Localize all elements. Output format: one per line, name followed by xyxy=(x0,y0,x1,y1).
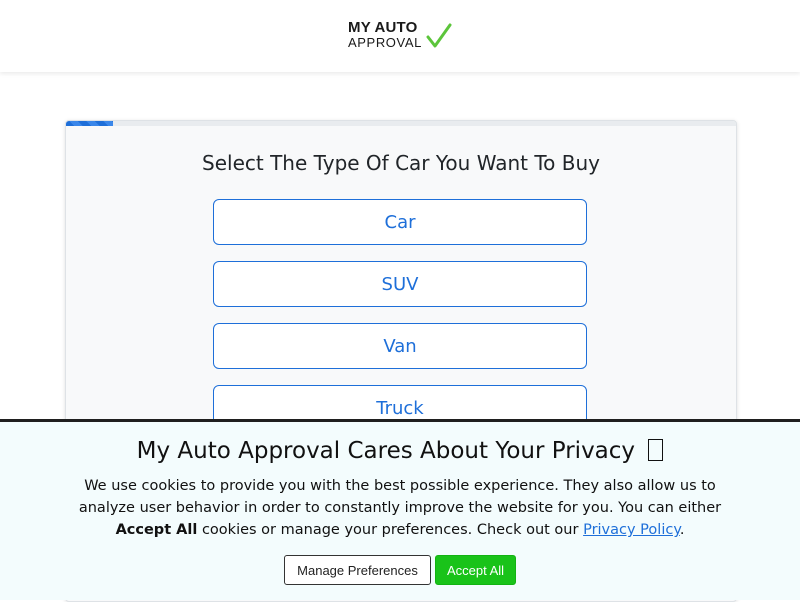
privacy-policy-link[interactable]: Privacy Policy xyxy=(583,522,680,538)
cookie-banner-title-text: My Auto Approval Cares About Your Privac… xyxy=(136,438,636,464)
accept-all-button[interactable]: Accept All xyxy=(435,555,516,585)
cookie-text-end: . xyxy=(679,522,685,538)
cookie-text-part1: We use cookies to provide you with the b… xyxy=(78,478,722,516)
option-suv-button[interactable]: SUV xyxy=(213,261,587,307)
progress-bar-fill xyxy=(66,121,113,126)
cookie-banner-text: We use cookies to provide you with the b… xyxy=(60,475,740,541)
manage-preferences-button[interactable]: Manage Preferences xyxy=(284,555,431,585)
cookie-text-part2: cookies or manage your preferences. Chec… xyxy=(197,522,584,538)
cookie-banner: My Auto Approval Cares About Your Privac… xyxy=(0,419,800,600)
progress-bar xyxy=(66,121,736,126)
checkmark-icon xyxy=(426,23,452,48)
cookie-text-bold: Accept All xyxy=(115,522,198,538)
site-header: MY AUTO APPROVAL xyxy=(0,0,800,72)
cookie-banner-title: My Auto Approval Cares About Your Privac… xyxy=(0,438,800,464)
option-car-button[interactable]: Car xyxy=(213,199,587,245)
logo-text-line2: APPROVAL xyxy=(348,35,422,50)
cookie-icon xyxy=(648,439,664,461)
question-title: Select The Type Of Car You Want To Buy xyxy=(202,151,600,175)
logo-text-line1: MY AUTO xyxy=(348,19,418,36)
option-van-button[interactable]: Van xyxy=(213,323,587,369)
site-logo[interactable]: MY AUTO APPROVAL xyxy=(348,20,454,52)
